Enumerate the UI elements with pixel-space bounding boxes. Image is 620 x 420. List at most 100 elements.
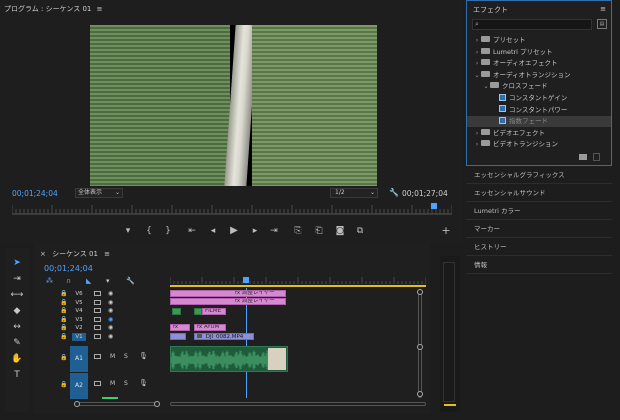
effects-tree-item[interactable]: ⌄ クロスフェード [467, 81, 611, 92]
linked-selection-icon[interactable]: ∩ [66, 277, 71, 285]
effects-title[interactable]: エフェクト [473, 5, 508, 15]
snap-icon[interactable]: ⁂ [46, 277, 53, 285]
new-bin-icon[interactable]: ▤ [597, 19, 607, 29]
panel-essential-sound[interactable]: エッセンシャルサウンド [466, 184, 612, 202]
scroll-handle[interactable] [417, 344, 423, 350]
sync-lock-icon[interactable] [94, 334, 101, 339]
microphone-icon[interactable]: 🎙 [139, 352, 148, 360]
chevron-icon[interactable]: ⌄ [473, 70, 481, 81]
selection-tool-icon[interactable]: ➤ [9, 256, 25, 270]
track-name[interactable]: V2 [72, 324, 86, 332]
lock-icon[interactable]: 🔒 [60, 307, 67, 314]
camera-icon[interactable]: ◙ [334, 225, 346, 237]
mute-toggle[interactable]: M [110, 380, 115, 387]
chevron-icon[interactable]: › [473, 139, 481, 150]
panel-info[interactable]: 情報 [466, 256, 612, 274]
lift-icon[interactable]: ⎘ [292, 225, 304, 237]
go-to-out-icon[interactable]: ⇥ [268, 225, 280, 237]
sync-lock-icon[interactable] [94, 381, 101, 386]
pen-icon[interactable]: ✎ [9, 336, 25, 350]
eye-icon[interactable]: ◉ [108, 333, 113, 340]
chevron-icon[interactable]: › [473, 128, 481, 139]
clip-v5-adjustment[interactable]: fx 調整レイヤー [170, 298, 286, 305]
marker-icon[interactable]: ▾ [122, 225, 134, 237]
type-tool-icon[interactable]: T [9, 368, 25, 382]
lock-icon[interactable]: 🔒 [60, 324, 67, 331]
effects-tree-item[interactable]: › ビデオトランジション [467, 139, 611, 150]
folder-icon[interactable] [579, 154, 587, 160]
lock-icon[interactable]: 🔒 [60, 290, 67, 297]
panel-menu-icon[interactable]: ≡ [600, 5, 606, 13]
solo-toggle[interactable]: S [124, 353, 128, 360]
microphone-icon[interactable]: 🎙 [139, 379, 148, 387]
timeline-scrollbar-left[interactable] [74, 402, 158, 406]
playhead-marker[interactable] [431, 203, 438, 209]
scroll-handle[interactable] [74, 401, 80, 407]
playhead-marker[interactable] [243, 277, 249, 283]
solo-toggle[interactable]: S [124, 380, 128, 387]
clip-v4-small-2[interactable] [194, 308, 202, 315]
program-monitor-title[interactable]: プログラム : シーケンス 01 ≡ [4, 4, 103, 14]
scroll-handle[interactable] [417, 289, 423, 295]
fit-select[interactable]: 全体表示 ⌄ [75, 188, 123, 198]
clip-a1-audio[interactable] [170, 346, 288, 372]
clip-v2-ayum[interactable]: fx AYUM [194, 324, 226, 331]
chevron-icon[interactable]: ⌄ [482, 81, 490, 92]
trash-icon[interactable] [593, 153, 600, 161]
clip-v1-a[interactable] [170, 333, 186, 340]
time-ruler[interactable] [12, 203, 452, 217]
lock-icon[interactable]: 🔒 [60, 316, 67, 323]
go-to-in-icon[interactable]: ⇤ [186, 225, 198, 237]
ripple-edit-icon[interactable]: ⟷ [9, 288, 25, 302]
effects-tree-item[interactable]: › オーディオエフェクト [467, 58, 611, 69]
chevron-icon[interactable]: › [473, 47, 481, 58]
effects-tree-item[interactable]: 指数フェード [467, 116, 611, 128]
step-back-icon[interactable]: ◂ [207, 225, 219, 237]
eye-icon[interactable]: ◉ [108, 324, 113, 331]
work-area-bar[interactable] [170, 285, 426, 287]
effects-tree-item[interactable]: ⌄ オーディオトランジション [467, 70, 611, 81]
step-forward-icon[interactable]: ▸ [249, 225, 261, 237]
razor-icon[interactable]: ◆ [9, 304, 25, 318]
panel-history[interactable]: ヒストリー [466, 238, 612, 256]
sync-lock-icon[interactable] [94, 325, 101, 331]
eye-icon[interactable]: ◉ [108, 299, 113, 306]
timeline-tab[interactable]: × シーケンス 01 ≡ [40, 249, 110, 259]
effects-tree-item[interactable]: › ビデオエフェクト [467, 128, 611, 139]
wrench-icon[interactable]: 🔧 [126, 277, 135, 285]
track-name[interactable]: V1 [72, 333, 86, 341]
clip-v4-filme[interactable]: FILME [202, 308, 226, 315]
effects-tree-item[interactable]: › Lumetri プリセット [467, 47, 611, 58]
close-icon[interactable]: × [40, 250, 46, 258]
marker-icon[interactable]: ▾ [106, 277, 110, 285]
mark-out-icon[interactable]: } [162, 225, 174, 237]
clip-v2-a[interactable]: fx [170, 324, 190, 331]
mute-toggle[interactable]: M [110, 353, 115, 360]
track-name[interactable]: A2 [70, 373, 88, 399]
clip-v4-small[interactable] [172, 308, 181, 315]
clip-v6-adjustment[interactable]: fx 調整レイヤー [170, 290, 286, 297]
current-timecode[interactable]: 00;01;24;04 [12, 189, 58, 198]
effects-tree-item[interactable]: › プリセット [467, 35, 611, 46]
mark-in-icon[interactable]: { [143, 225, 155, 237]
chevron-icon[interactable]: › [473, 58, 481, 69]
scroll-handle[interactable] [417, 391, 423, 397]
lock-icon[interactable]: 🔒 [60, 333, 67, 340]
timeline-timecode[interactable]: 00;01;24;04 [44, 264, 93, 273]
track-select-icon[interactable]: ⇥ [9, 272, 25, 286]
play-icon[interactable]: ▶ [228, 225, 240, 237]
track-name[interactable]: V3 [72, 316, 86, 324]
panel-menu-icon[interactable]: ≡ [104, 250, 110, 258]
sync-lock-icon[interactable] [94, 299, 101, 305]
track-name[interactable]: V4 [72, 307, 86, 315]
chevron-icon[interactable]: › [473, 35, 481, 46]
sync-lock-icon[interactable] [94, 354, 101, 359]
resolution-select[interactable]: 1/2 ⌄ [330, 188, 378, 198]
eye-icon[interactable]: ◉ [108, 290, 113, 297]
sync-lock-icon[interactable] [94, 308, 101, 314]
lock-icon[interactable]: 🔒 [60, 354, 67, 361]
panel-menu-icon[interactable]: ≡ [97, 5, 103, 13]
timeline-scrollbar[interactable] [170, 402, 426, 406]
track-name[interactable]: V5 [72, 299, 86, 307]
effects-tree-item[interactable]: コンスタントパワー [467, 105, 611, 116]
